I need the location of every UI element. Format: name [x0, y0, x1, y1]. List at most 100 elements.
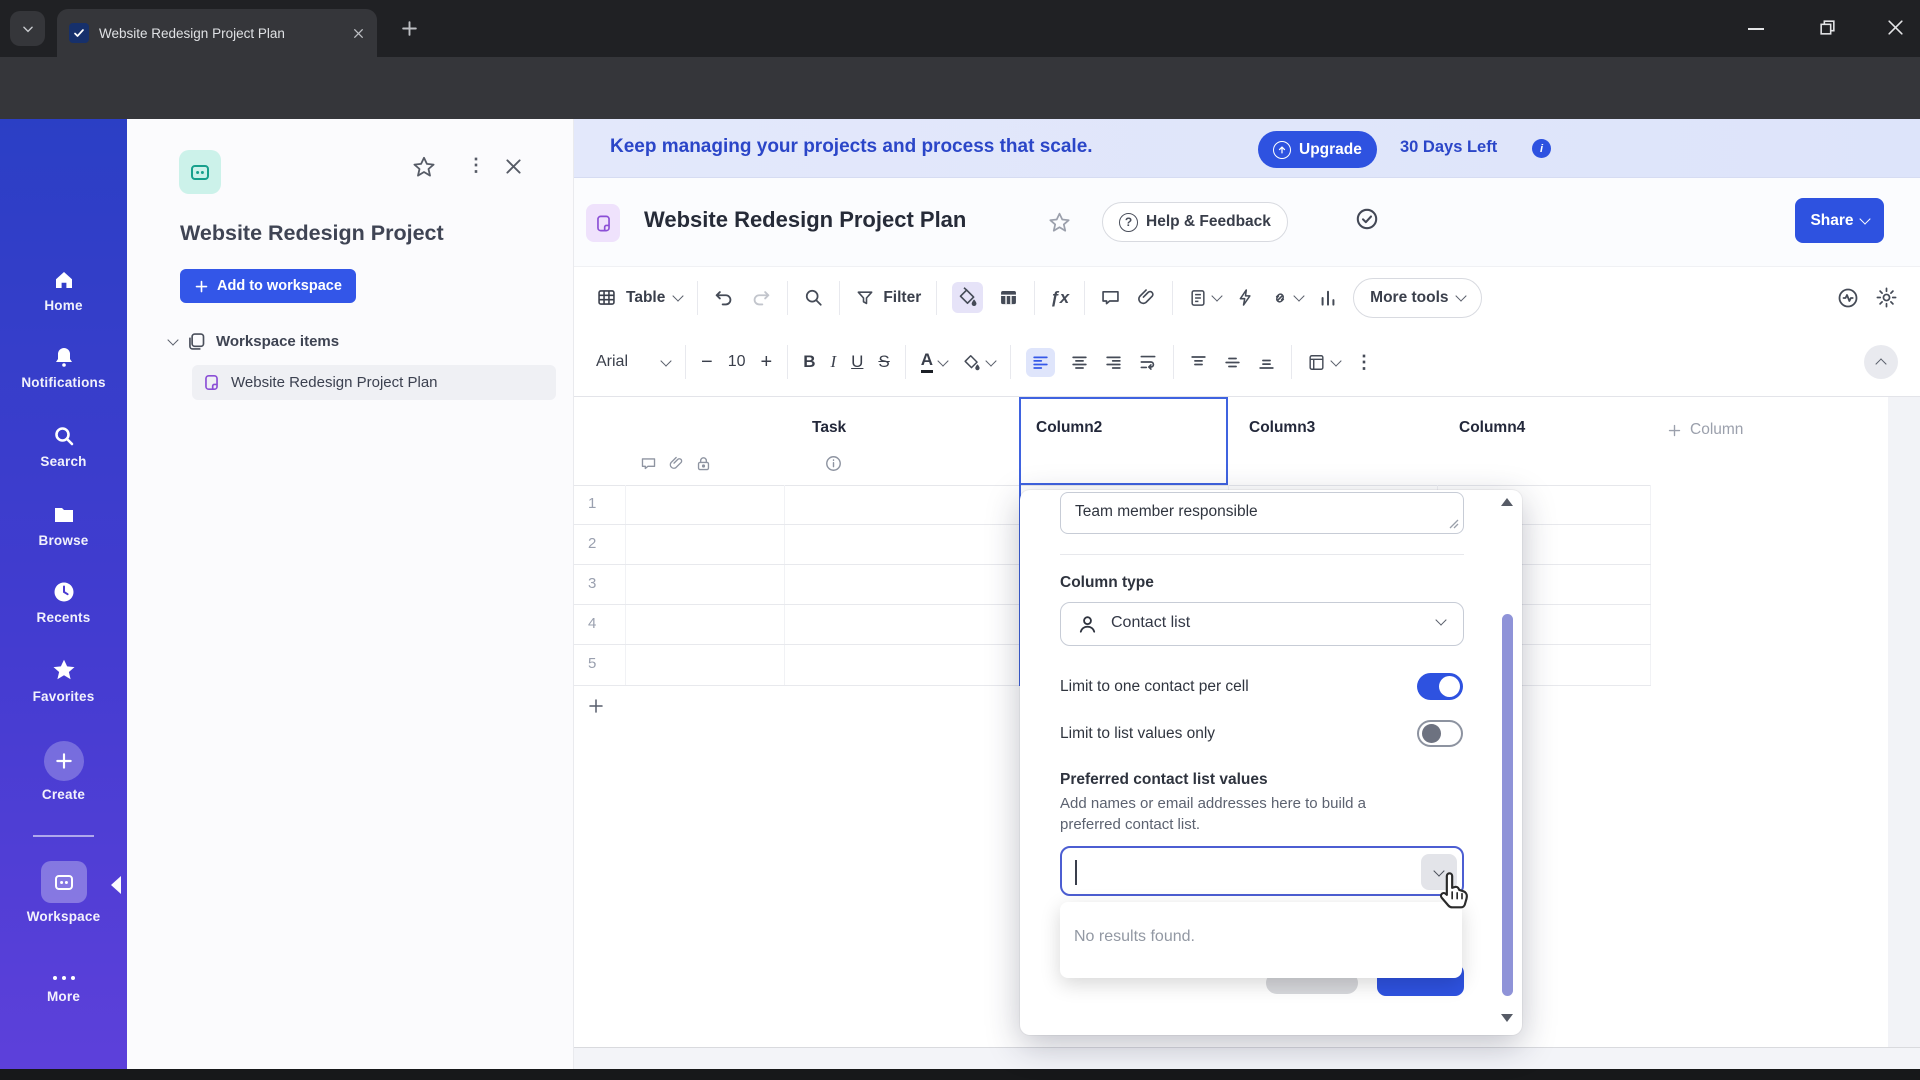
strikethrough-button[interactable]: S	[878, 352, 889, 372]
stacked-items-icon	[189, 333, 205, 350]
sidebar-item-recents[interactable]: Recents	[0, 580, 127, 625]
window-minimize-icon[interactable]	[1747, 26, 1765, 32]
column-header-column3[interactable]: Column3	[1249, 419, 1315, 437]
integrations-button[interactable]	[1270, 288, 1305, 308]
align-center-icon[interactable]	[1070, 353, 1089, 372]
column-type-label: Column type	[1060, 574, 1154, 591]
column-header-label: Column2	[1036, 419, 1103, 436]
comment-icon[interactable]	[1100, 287, 1121, 308]
info-icon[interactable]: i	[1532, 139, 1551, 158]
valign-middle-icon[interactable]	[1223, 353, 1242, 372]
attachments-column-icon[interactable]	[668, 455, 685, 472]
favorite-star-icon[interactable]	[412, 155, 436, 179]
cell-merge-button[interactable]	[1307, 353, 1342, 372]
comments-column-icon[interactable]	[640, 455, 657, 472]
sidebar-item-more[interactable]: More	[0, 973, 127, 1004]
workspace-sheet-item[interactable]: Website Redesign Project Plan	[192, 365, 556, 400]
activity-icon[interactable]	[1836, 286, 1860, 310]
collapse-toolbar-button[interactable]	[1864, 345, 1898, 379]
valign-top-icon[interactable]	[1189, 353, 1208, 372]
bold-button[interactable]: B	[803, 352, 815, 372]
cell-format-icon[interactable]	[998, 287, 1019, 308]
share-button[interactable]: Share	[1795, 198, 1884, 243]
filter-button[interactable]: Filter	[855, 288, 921, 308]
formula-button[interactable]: ƒx	[1050, 288, 1069, 308]
align-right-icon[interactable]	[1104, 353, 1123, 372]
add-column-button[interactable]: Column	[1667, 421, 1743, 439]
column-header-column4[interactable]: Column4	[1459, 419, 1525, 437]
column-header-task[interactable]: Task	[812, 419, 846, 437]
underline-button[interactable]: U	[851, 352, 863, 372]
browser-tab[interactable]: Website Redesign Project Plan	[57, 9, 377, 57]
font-size-decrease[interactable]: −	[701, 351, 713, 374]
column-header-column2-selected[interactable]: Column2	[1019, 397, 1228, 485]
sidebar-item-favorites[interactable]: Favorites	[0, 657, 127, 704]
tab-close-icon[interactable]	[352, 27, 365, 40]
font-size-increase[interactable]: +	[761, 351, 773, 374]
banner-message: Keep managing your projects and process …	[610, 136, 1093, 157]
view-switcher[interactable]: Table	[596, 287, 685, 308]
info-column-icon[interactable]	[824, 454, 843, 473]
cell-fill-button[interactable]	[952, 282, 984, 313]
sidebar-item-create[interactable]: Create	[0, 741, 127, 802]
format-overflow-menu[interactable]: ⋮	[1355, 352, 1373, 373]
sidebar-item-workspace[interactable]: Workspace	[0, 861, 127, 924]
sidebar-item-notifications[interactable]: Notifications	[0, 345, 127, 390]
browser-toolbar: app.smartsheet.com/sheets/v3qwxMgRrP9pqp…	[0, 57, 1920, 170]
scroll-down-icon[interactable]	[1501, 1014, 1513, 1022]
search-icon[interactable]	[803, 287, 824, 308]
new-tab-icon[interactable]	[400, 19, 419, 38]
panel-close-icon[interactable]	[503, 156, 524, 177]
vertical-scrollbar-track[interactable]	[1888, 397, 1920, 1047]
text-color-button[interactable]: A	[920, 350, 949, 373]
table-view-icon	[598, 290, 615, 305]
favorite-sheet-star-icon[interactable]	[1048, 211, 1071, 234]
dialog-scrollbar-thumb[interactable]	[1502, 614, 1513, 996]
fill-color-button[interactable]	[962, 353, 997, 372]
chevron-down-icon	[672, 290, 685, 302]
redo-icon[interactable]	[750, 287, 772, 309]
window-close-icon[interactable]	[1886, 18, 1905, 37]
sidebar-item-search[interactable]: Search	[0, 424, 127, 469]
row-number: 2	[588, 535, 597, 552]
align-left-button[interactable]	[1026, 347, 1056, 377]
document-builder-button[interactable]	[1188, 288, 1223, 308]
window-restore-icon[interactable]	[1818, 18, 1837, 37]
font-family-select[interactable]: Arial	[596, 353, 672, 371]
dialog-divider	[1060, 554, 1464, 555]
tab-search-button[interactable]	[10, 11, 45, 46]
plus-icon	[589, 699, 603, 713]
panel-menu-icon[interactable]: ⋮	[467, 155, 485, 176]
add-to-workspace-button[interactable]: Add to workspace	[180, 269, 356, 303]
toolbar-separator	[1084, 280, 1086, 315]
sidebar-item-home[interactable]: Home	[0, 268, 127, 313]
question-icon: ?	[1119, 212, 1138, 232]
resize-handle-icon[interactable]	[1449, 519, 1459, 529]
settings-gear-icon[interactable]	[1875, 286, 1898, 309]
limit-one-contact-toggle[interactable]	[1417, 673, 1463, 700]
more-tools-button[interactable]: More tools	[1353, 277, 1482, 318]
wrap-text-icon[interactable]	[1138, 352, 1158, 372]
limit-list-values-toggle[interactable]	[1417, 720, 1463, 747]
preferred-contacts-input[interactable]	[1060, 846, 1464, 896]
chevron-down-icon	[1211, 290, 1223, 302]
ellipsis-icon	[52, 976, 75, 980]
undo-icon[interactable]	[713, 287, 735, 309]
help-feedback-button[interactable]: ? Help & Feedback	[1102, 202, 1288, 242]
sidebar-item-browse[interactable]: Browse	[0, 503, 127, 548]
column-type-select[interactable]: Contact list	[1060, 602, 1464, 646]
chevron-down-icon	[660, 354, 672, 367]
scroll-up-icon[interactable]	[1501, 498, 1513, 506]
workspace-items-group[interactable]: Workspace items	[167, 331, 339, 352]
italic-button[interactable]: I	[830, 352, 836, 372]
active-workspace-notch	[111, 876, 121, 894]
attachment-icon[interactable]	[1136, 287, 1157, 308]
valign-bottom-icon[interactable]	[1257, 353, 1276, 372]
lock-column-icon[interactable]	[695, 455, 712, 472]
toolbar-separator	[697, 280, 699, 315]
automation-bolt-icon[interactable]	[1236, 288, 1255, 307]
trial-days-left: 30 Days Left	[1400, 138, 1498, 156]
upgrade-button[interactable]: Upgrade	[1258, 131, 1377, 168]
chart-icon[interactable]	[1318, 288, 1338, 308]
column-name-field[interactable]: Team member responsible	[1060, 492, 1464, 534]
